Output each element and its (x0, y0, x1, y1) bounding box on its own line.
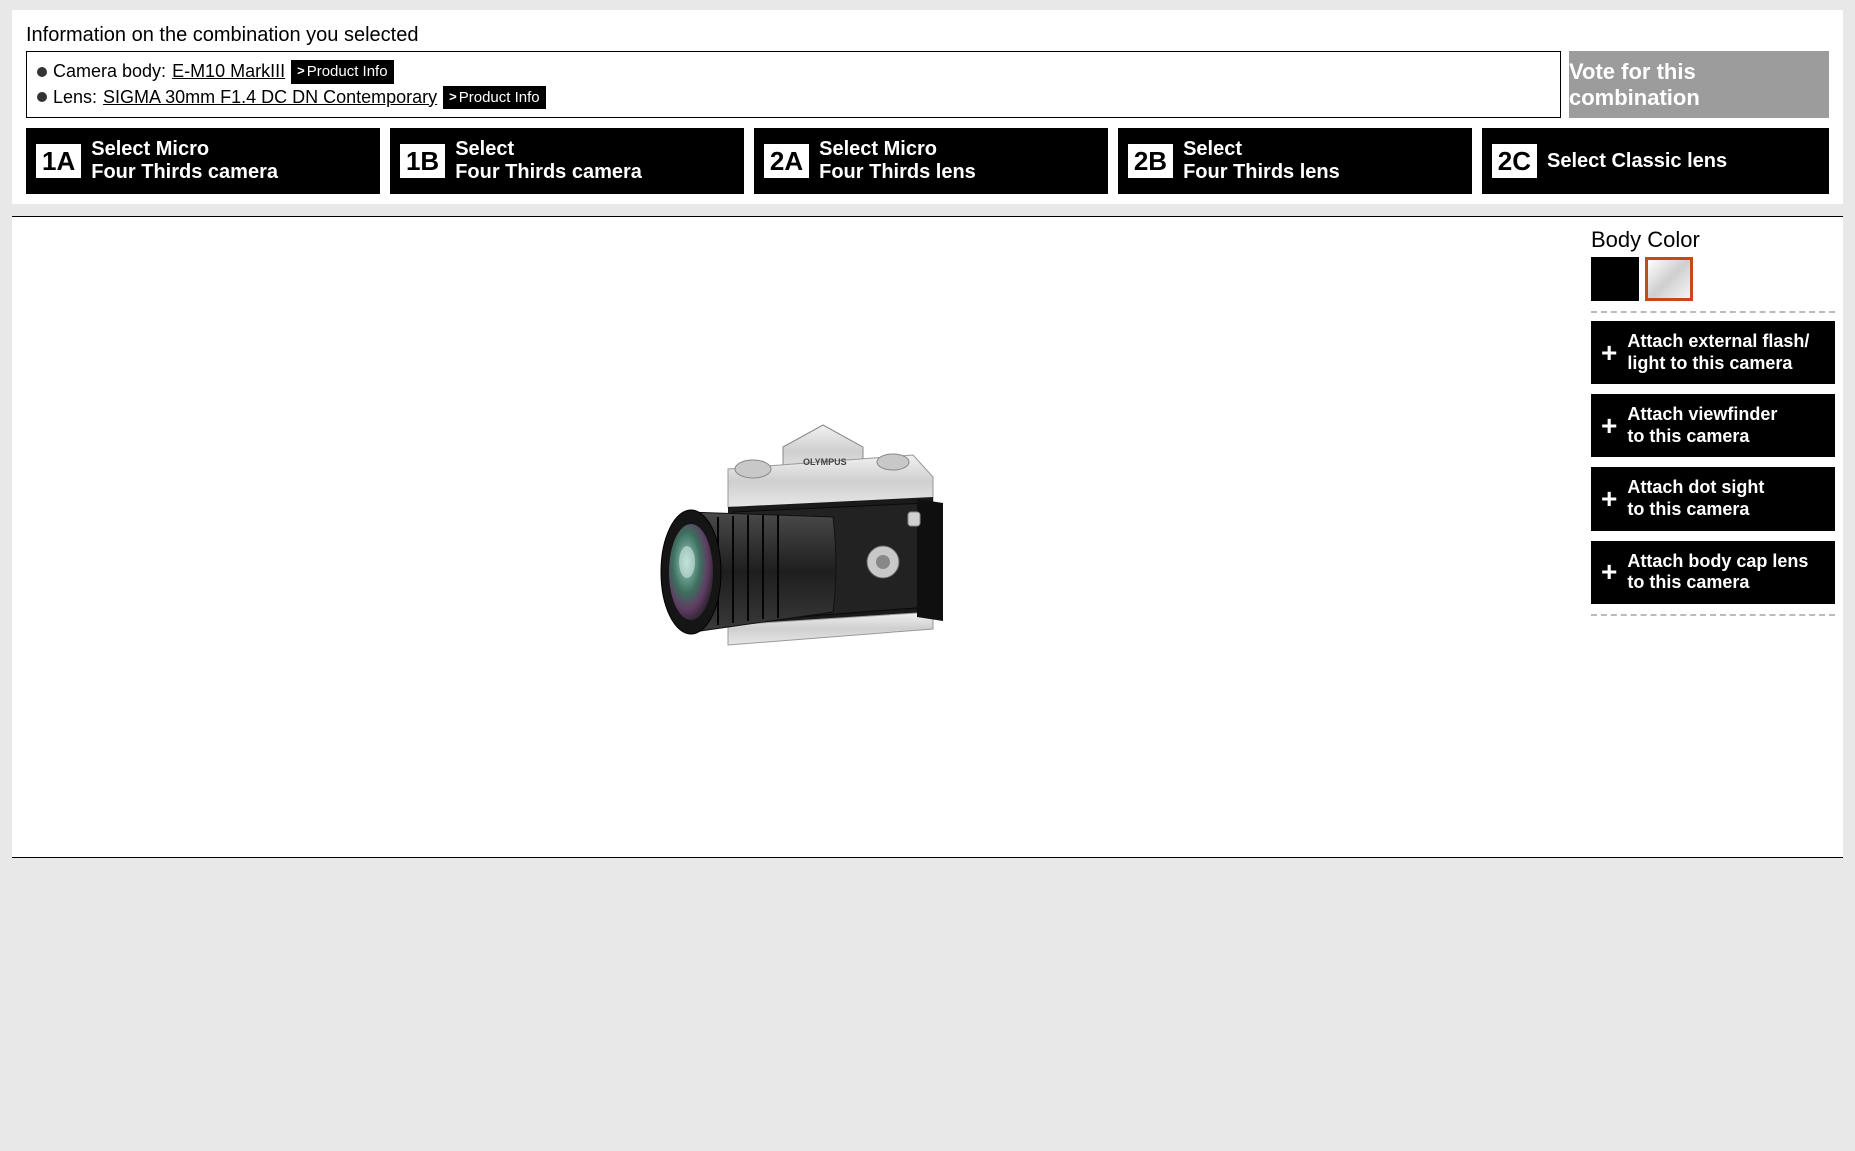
attach-label: Attach dot sightto this camera (1627, 477, 1764, 520)
attach-flash-button[interactable]: + Attach external flash/light to this ca… (1591, 321, 1835, 384)
tab-code: 2A (764, 144, 809, 178)
tab-label: Select Classic lens (1547, 150, 1727, 173)
attach-label: Attach viewfinderto this camera (1627, 404, 1777, 447)
attach-label: Attach external flash/light to this came… (1627, 331, 1809, 374)
camera-illustration: OLYMPUS (633, 407, 963, 667)
tab-1b[interactable]: 1B SelectFour Thirds camera (390, 128, 744, 194)
attach-viewfinder-button[interactable]: + Attach viewfinderto this camera (1591, 394, 1835, 457)
body-color-title: Body Color (1591, 227, 1835, 253)
attach-label: Attach body cap lensto this camera (1627, 551, 1808, 594)
tab-label: SelectFour Thirds camera (455, 138, 642, 184)
tab-label: Select MicroFour Thirds lens (819, 138, 976, 184)
camera-icon: OLYMPUS (633, 407, 963, 667)
camera-body-link[interactable]: E-M10 MarkIII (172, 60, 285, 83)
divider (1591, 614, 1835, 616)
product-info-badge-lens[interactable]: > Product Info (443, 86, 545, 110)
attach-bodycap-button[interactable]: + Attach body cap lensto this camera (1591, 541, 1835, 604)
tab-code: 2B (1128, 144, 1173, 178)
divider (1591, 311, 1835, 313)
vote-label: Vote for this combination (1569, 59, 1829, 111)
tab-code: 1A (36, 144, 81, 178)
plus-icon: + (1601, 485, 1617, 513)
chevron-right-icon: > (449, 89, 457, 106)
options-sidebar: Body Color + Attach external flash/light… (1583, 217, 1843, 857)
selection-info-box: Camera body: E-M10 MarkIII > Product Inf… (26, 51, 1561, 118)
attach-dotsight-button[interactable]: + Attach dot sightto this camera (1591, 467, 1835, 530)
tab-1a[interactable]: 1A Select MicroFour Thirds camera (26, 128, 380, 194)
tab-2c[interactable]: 2C Select Classic lens (1482, 128, 1829, 194)
vote-button[interactable]: Vote for this combination (1569, 51, 1829, 118)
svg-text:OLYMPUS: OLYMPUS (803, 457, 847, 467)
tab-2b[interactable]: 2B SelectFour Thirds lens (1118, 128, 1472, 194)
tab-label: SelectFour Thirds lens (1183, 138, 1340, 184)
camera-preview-area: OLYMPUS (12, 217, 1583, 857)
plus-icon: + (1601, 412, 1617, 440)
tab-code: 2C (1492, 144, 1537, 178)
body-color-black-swatch[interactable] (1591, 257, 1639, 301)
tab-code: 1B (400, 144, 445, 178)
chevron-right-icon: > (297, 63, 305, 80)
bullet-icon (37, 67, 47, 77)
plus-icon: + (1601, 339, 1617, 367)
step-tab-bar: 1A Select MicroFour Thirds camera 1B Sel… (26, 128, 1829, 194)
plus-icon: + (1601, 558, 1617, 586)
bullet-icon (37, 92, 47, 102)
tab-label: Select MicroFour Thirds camera (91, 138, 278, 184)
product-info-label: Product Info (307, 62, 388, 82)
lens-link[interactable]: SIGMA 30mm F1.4 DC DN Contemporary (103, 86, 437, 109)
product-info-badge-body[interactable]: > Product Info (291, 60, 393, 84)
camera-body-label: Camera body: (53, 60, 166, 83)
product-info-label: Product Info (459, 88, 540, 108)
lens-label: Lens: (53, 86, 97, 109)
tab-2a[interactable]: 2A Select MicroFour Thirds lens (754, 128, 1108, 194)
body-color-silver-swatch[interactable] (1645, 257, 1693, 301)
info-section-title: Information on the combination you selec… (26, 24, 1829, 47)
